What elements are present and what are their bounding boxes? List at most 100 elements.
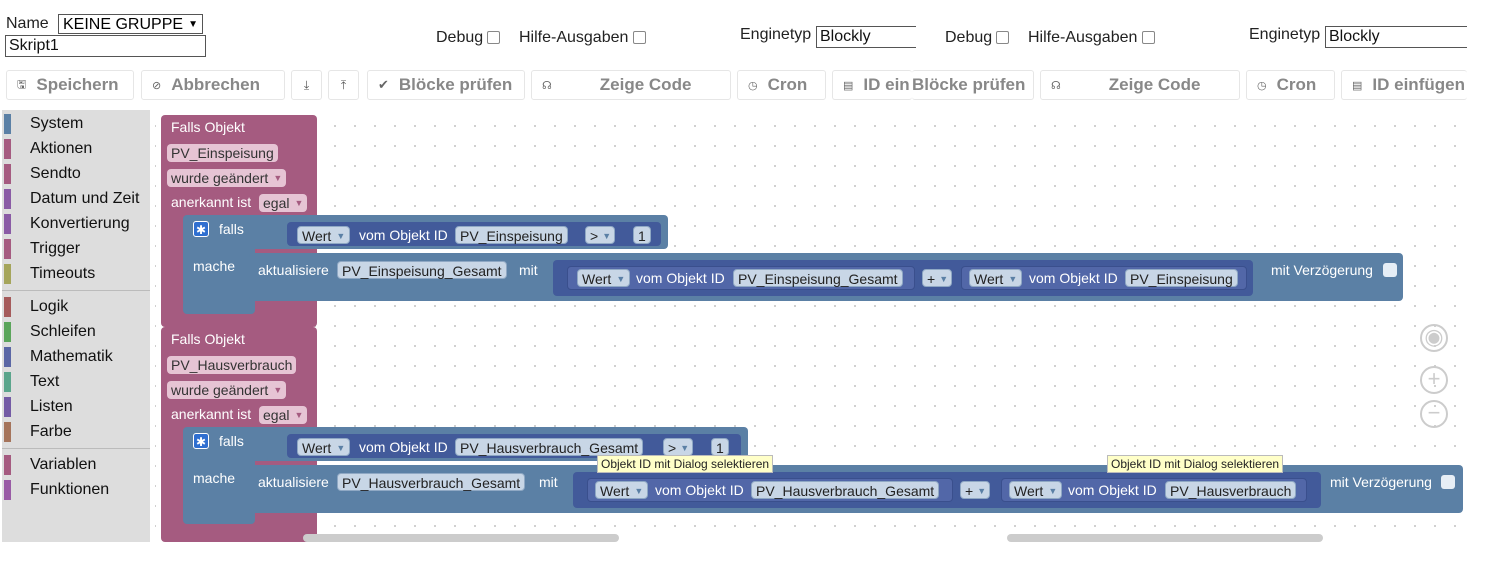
toolbox-category[interactable]: Schleifen bbox=[2, 320, 150, 344]
check-blocks-button[interactable]: ✔ Blöcke prüfen bbox=[367, 70, 525, 100]
value-dropdown-label: Wert bbox=[974, 271, 1004, 287]
object-id-field[interactable]: PV_Hausverbrauch bbox=[1165, 481, 1297, 499]
toolbox-category[interactable]: Timeouts bbox=[2, 262, 150, 286]
show-code-button[interactable]: ☊ Zeige Code bbox=[531, 70, 731, 100]
enginetyp-input-dup[interactable]: Blockly bbox=[1325, 26, 1467, 48]
cron-button[interactable]: ◷ Cron bbox=[737, 70, 826, 100]
trigger-change-dropdown[interactable]: wurde geändert ▼ bbox=[167, 169, 287, 187]
value-dropdown-label: Wert bbox=[302, 228, 332, 244]
debug-checkbox[interactable] bbox=[487, 31, 500, 44]
toolbox-category[interactable]: System bbox=[2, 112, 150, 136]
dropdown-arrow-icon: ▼ bbox=[939, 274, 949, 284]
gear-icon[interactable]: ✱ bbox=[193, 221, 209, 237]
trigger-change-dropdown[interactable]: wurde geändert ▼ bbox=[167, 381, 287, 399]
delay-checkbox[interactable] bbox=[1383, 263, 1397, 277]
export-button[interactable]: ⤓ bbox=[291, 70, 322, 100]
dropdown-arrow-icon: ▼ bbox=[634, 486, 644, 496]
hilfe-checkbox[interactable] bbox=[633, 31, 646, 44]
zoom-out-icon[interactable]: − bbox=[1420, 400, 1448, 428]
toolbox-category[interactable]: Listen bbox=[2, 395, 150, 419]
enginetyp-input[interactable]: Blockly bbox=[816, 26, 916, 48]
dropdown-arrow-icon: ▼ bbox=[273, 173, 283, 183]
plus-dropdown[interactable]: + ▼ bbox=[922, 269, 953, 287]
insert-id-button[interactable]: ▤ ID ein bbox=[832, 70, 912, 100]
trigger-change-value: wurde geändert bbox=[171, 170, 269, 186]
ack-label: anerkannt ist bbox=[171, 194, 252, 210]
object-id-field[interactable]: PV_Hausverbrauch_Gesamt bbox=[751, 481, 940, 499]
value-dropdown[interactable]: Wert ▼ bbox=[1009, 481, 1063, 499]
toolbox-category[interactable]: Text bbox=[2, 370, 150, 394]
check-blocks-button-dup[interactable]: Blöcke prüfen bbox=[912, 70, 1034, 100]
debug-checkbox-dup[interactable] bbox=[996, 31, 1009, 44]
category-color-swatch bbox=[4, 189, 11, 209]
plus-value: + bbox=[965, 483, 974, 499]
recenter-icon[interactable]: ◉ bbox=[1420, 324, 1448, 352]
group-select[interactable]: KEINE GRUPPE ▼ bbox=[58, 14, 203, 34]
object-id-field[interactable]: PV_Einspeisung_Gesamt bbox=[733, 269, 903, 287]
toolbox-category[interactable]: Mathematik bbox=[2, 345, 150, 369]
value-dropdown-label: Wert bbox=[1014, 483, 1044, 499]
category-label: Logik bbox=[30, 298, 69, 315]
dropdown-arrow-icon: ▼ bbox=[336, 231, 346, 241]
chevron-down-icon: ▼ bbox=[188, 19, 198, 30]
operator-value: > bbox=[590, 228, 599, 244]
toolbox-category[interactable]: Logik bbox=[2, 295, 150, 319]
vom-objekt-label: vom Objekt ID bbox=[359, 227, 448, 243]
object-id-field[interactable]: PV_Einspeisung bbox=[455, 226, 568, 244]
toolbox-category[interactable]: Trigger bbox=[2, 237, 150, 261]
update-label: aktualisiere bbox=[258, 262, 329, 278]
cron-button-dup[interactable]: ◷ Cron bbox=[1246, 70, 1335, 100]
number-field[interactable]: 1 bbox=[633, 226, 651, 244]
cancel-button[interactable]: ⊘ Abbrechen bbox=[141, 70, 285, 100]
toolbox-category[interactable]: Funktionen bbox=[2, 478, 150, 502]
import-button[interactable]: ⤒ bbox=[328, 70, 359, 100]
horizontal-scrollbar[interactable] bbox=[303, 534, 619, 542]
category-color-swatch bbox=[4, 422, 11, 442]
ack-dropdown[interactable]: egal ▼ bbox=[259, 194, 308, 212]
value-dropdown[interactable]: Wert ▼ bbox=[297, 438, 351, 456]
list-icon-dup: ▤ bbox=[1352, 79, 1363, 92]
ack-dropdown[interactable]: egal ▼ bbox=[259, 406, 308, 424]
value-dropdown[interactable]: Wert ▼ bbox=[595, 481, 649, 499]
delay-checkbox[interactable] bbox=[1441, 475, 1455, 489]
zoom-in-icon[interactable]: + bbox=[1420, 366, 1448, 394]
toolbox-separator bbox=[2, 448, 150, 449]
toolbox-category[interactable]: Variablen bbox=[2, 453, 150, 477]
category-color-swatch bbox=[4, 347, 11, 367]
value-dropdown[interactable]: Wert ▼ bbox=[577, 269, 631, 287]
object-id-field[interactable]: PV_Einspeisung bbox=[1125, 269, 1238, 287]
target-object-field[interactable]: PV_Hausverbrauch_Gesamt bbox=[337, 473, 526, 491]
category-label: Mathematik bbox=[30, 348, 113, 365]
horizontal-scrollbar-dup[interactable] bbox=[1007, 534, 1323, 542]
vom-objekt-label: vom Objekt ID bbox=[655, 482, 744, 498]
number-field[interactable]: 1 bbox=[711, 438, 729, 456]
blockly-workspace[interactable]: Falls Objekt PV_Einspeisung wurde geände… bbox=[155, 110, 1467, 542]
category-color-swatch bbox=[4, 322, 11, 342]
toolbox-category[interactable]: Farbe bbox=[2, 420, 150, 444]
hilfe-checkbox-dup[interactable] bbox=[1142, 31, 1155, 44]
category-color-swatch bbox=[4, 297, 11, 317]
ack-value: egal bbox=[263, 407, 290, 423]
save-button[interactable]: 🖫 Speichern bbox=[6, 70, 134, 100]
cancel-icon: ⊘ bbox=[152, 79, 162, 92]
trigger-object-field[interactable]: PV_Hausverbrauch bbox=[167, 356, 297, 374]
toolbox-category[interactable]: Sendto bbox=[2, 162, 150, 186]
value-dropdown-label: Wert bbox=[600, 483, 630, 499]
insert-id-button-dup[interactable]: ▤ ID einfügen bbox=[1341, 70, 1467, 100]
target-object-field[interactable]: PV_Einspeisung_Gesamt bbox=[337, 261, 507, 279]
plus-dropdown[interactable]: + ▼ bbox=[960, 481, 991, 499]
object-id-field[interactable]: PV_Hausverbrauch_Gesamt bbox=[455, 438, 644, 456]
trigger-object-field[interactable]: PV_Einspeisung bbox=[167, 144, 278, 162]
value-dropdown[interactable]: Wert ▼ bbox=[297, 226, 351, 244]
toolbox-category[interactable]: Datum und Zeit bbox=[2, 187, 150, 211]
show-code-button-dup[interactable]: ☊ Zeige Code bbox=[1040, 70, 1240, 100]
toolbox-category[interactable]: Konvertierung bbox=[2, 212, 150, 236]
operator-dropdown[interactable]: > ▼ bbox=[663, 438, 694, 456]
toolbox-category[interactable]: Aktionen bbox=[2, 137, 150, 161]
gear-icon[interactable]: ✱ bbox=[193, 433, 209, 449]
operator-dropdown[interactable]: > ▼ bbox=[585, 226, 616, 244]
value-dropdown[interactable]: Wert ▼ bbox=[969, 269, 1023, 287]
script-name-input[interactable]: Skript1 bbox=[5, 35, 206, 57]
category-color-swatch bbox=[4, 214, 11, 234]
dropdown-arrow-icon: ▼ bbox=[1008, 274, 1018, 284]
